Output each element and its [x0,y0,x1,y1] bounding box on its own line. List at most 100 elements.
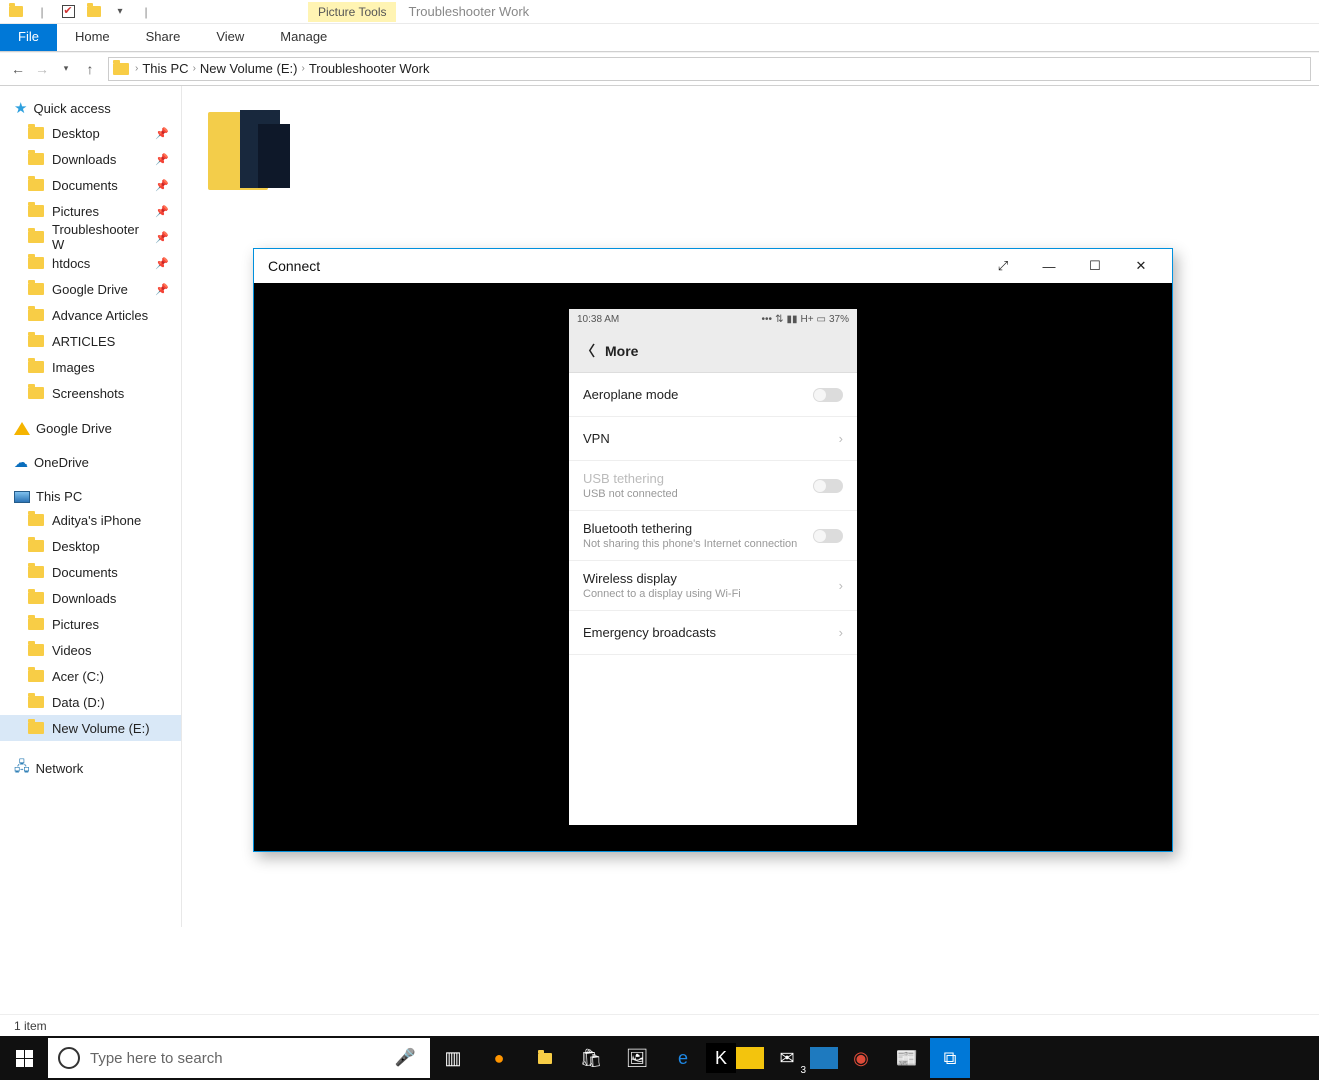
expand-icon[interactable]: ⤢ [980,249,1026,283]
search-box[interactable]: Type here to search 🎤 [48,1038,430,1078]
connect-window: Connect ⤢ — ☐ ✕ 10:38 AM ••• ⇅ ▮▮ H+ ▭ 3… [253,248,1173,852]
history-dropdown[interactable]: ▾ [56,59,76,79]
nav-onedrive[interactable]: ☁ OneDrive [0,451,181,474]
connect-taskbar-icon[interactable]: ⧉ [930,1038,970,1078]
nav-quick-access[interactable]: ★ Quick access [0,96,181,120]
explorer-titlebar: | ✔ ▾ | Picture Tools Troubleshooter Wor… [0,0,1319,24]
tab-view[interactable]: View [198,24,262,51]
breadcrumb-item[interactable]: This PC [142,61,188,76]
pc-icon [14,491,30,503]
sidebar-item[interactable]: htdocs📌 [0,250,181,276]
taskview-icon[interactable]: ▥ [430,1036,476,1080]
sidebar-item[interactable]: Videos [0,637,181,663]
sidebar-item[interactable]: Desktop [0,533,181,559]
back-icon[interactable]: 〈 [581,341,595,361]
breadcrumb-item[interactable]: New Volume (E:) [200,61,298,76]
tab-file[interactable]: File [0,24,57,51]
folder-icon [28,361,44,373]
connect-titlebar[interactable]: Connect ⤢ — ☐ ✕ [254,249,1172,283]
nav-this-pc[interactable]: This PC [0,486,181,507]
sidebar-item[interactable]: Pictures📌 [0,198,181,224]
store-icon[interactable]: 🛍 [568,1036,614,1080]
sidebar-item[interactable]: Documents📌 [0,172,181,198]
quick-access-toolbar: | ✔ ▾ | [0,1,158,23]
sidebar-item-label: Pictures [52,204,99,219]
folder-icon [4,1,28,23]
file-explorer-icon[interactable] [522,1036,568,1080]
toggle-switch[interactable] [813,388,843,402]
phone-setting-row[interactable]: Emergency broadcasts› [569,611,857,655]
navigation-pane: ★ Quick access Desktop📌Downloads📌Documen… [0,86,182,927]
star-icon: ★ [14,99,27,117]
sidebar-item[interactable]: New Volume (E:) [0,715,181,741]
folder-icon [113,63,129,75]
network-icon: 🖧 [14,756,30,780]
phone-setting-row[interactable]: VPN› [569,417,857,461]
maximize-button[interactable]: ☐ [1072,249,1118,283]
phone-mirror: 10:38 AM ••• ⇅ ▮▮ H+ ▭ 37% 〈 More Aeropl… [569,309,857,825]
phone-statusbar: 10:38 AM ••• ⇅ ▮▮ H+ ▭ 37% [569,309,857,329]
sidebar-item[interactable]: Images [0,354,181,380]
sidebar-item[interactable]: Acer (C:) [0,663,181,689]
folder-icon [82,1,106,23]
window-title: Troubleshooter Work [408,4,529,19]
sidebar-item[interactable]: ARTICLES [0,328,181,354]
breadcrumb-item[interactable]: Troubleshooter Work [309,61,430,76]
phone-setting-row: USB tetheringUSB not connected [569,461,857,511]
sidebar-item[interactable]: Documents [0,559,181,585]
properties-icon[interactable]: ✔ [56,1,80,23]
sidebar-item-label: Desktop [52,126,100,141]
taskbar: Type here to search 🎤 ▥ ● 🛍 🖼 e K ✉3 ◉ 📰… [0,1036,1319,1080]
sidebar-item-label: Troubleshooter W [52,222,147,252]
back-button[interactable]: ← [8,59,28,79]
app-icon[interactable] [810,1047,838,1069]
ribbon-context-tab[interactable]: Picture Tools [308,2,396,22]
row-subtitle: Not sharing this phone's Internet connec… [583,538,805,550]
tab-share[interactable]: Share [128,24,199,51]
sidebar-item[interactable]: Screenshots [0,380,181,406]
app-icon[interactable]: 📰 [884,1036,930,1080]
phone-setting-row[interactable]: Aeroplane mode [569,373,857,417]
close-button[interactable]: ✕ [1118,249,1164,283]
edge-icon[interactable]: e [660,1036,706,1080]
sidebar-item[interactable]: Google Drive📌 [0,276,181,302]
app-icon[interactable] [736,1047,764,1069]
sidebar-item-label: Google Drive [52,282,128,297]
app-icon[interactable]: K [706,1043,736,1073]
app-icon[interactable]: 🖼 [614,1036,660,1080]
mic-icon[interactable]: 🎤 [395,1048,416,1068]
sidebar-item-label: Downloads [52,591,116,606]
sidebar-item[interactable]: Downloads [0,585,181,611]
gdrive-icon [14,422,30,435]
sidebar-item[interactable]: Data (D:) [0,689,181,715]
sidebar-item[interactable]: Aditya's iPhone [0,507,181,533]
forward-button[interactable]: → [32,59,52,79]
sidebar-item[interactable]: Pictures [0,611,181,637]
nav-google-drive[interactable]: Google Drive [0,418,181,439]
network-type: H+ [800,314,813,325]
sidebar-item[interactable]: Advance Articles [0,302,181,328]
folder-thumbnail[interactable] [206,104,298,196]
toggle-switch[interactable] [813,529,843,543]
up-button[interactable]: ↑ [80,59,100,79]
mail-icon[interactable]: ✉3 [764,1036,810,1080]
phone-header[interactable]: 〈 More [569,329,857,373]
start-button[interactable] [0,1036,48,1080]
phone-setting-row[interactable]: Wireless displayConnect to a display usi… [569,561,857,611]
firefox-icon[interactable]: ● [476,1036,522,1080]
item-count: 1 item [14,1019,47,1033]
sidebar-item[interactable]: Troubleshooter W📌 [0,224,181,250]
tab-home[interactable]: Home [57,24,128,51]
sidebar-item[interactable]: Downloads📌 [0,146,181,172]
phone-header-title: More [605,343,638,359]
tab-manage[interactable]: Manage [262,24,345,51]
signal-icon: ▮▮ [786,314,797,325]
drive-icon [28,618,44,630]
minimize-button[interactable]: — [1026,249,1072,283]
sidebar-item[interactable]: Desktop📌 [0,120,181,146]
chrome-icon[interactable]: ◉ [838,1036,884,1080]
qat-overflow[interactable]: ▾ [108,1,132,23]
breadcrumb[interactable]: › This PC › New Volume (E:) › Troublesho… [108,57,1311,81]
phone-setting-row[interactable]: Bluetooth tetheringNot sharing this phon… [569,511,857,561]
nav-network[interactable]: 🖧 Network [0,753,181,783]
